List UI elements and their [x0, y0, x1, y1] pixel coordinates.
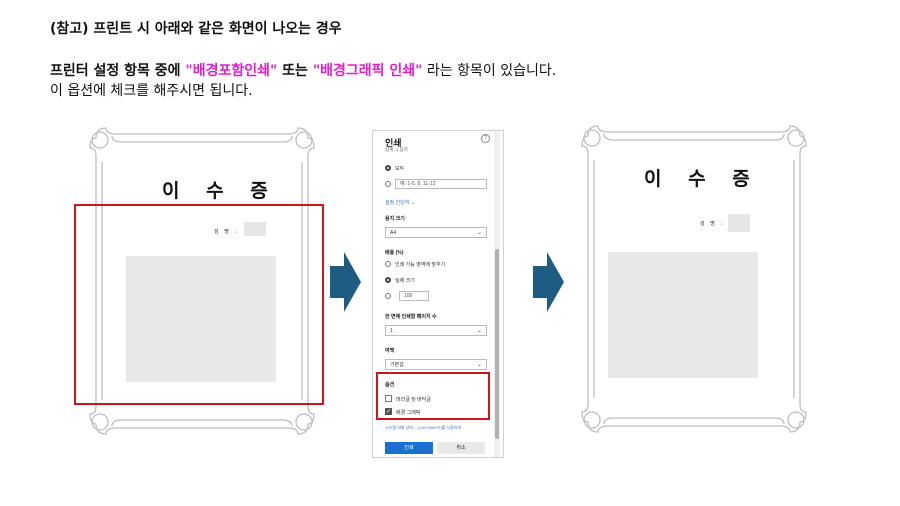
scale-label: 배율 (%) — [385, 250, 404, 256]
paper-size-select[interactable]: A4 ⌄ — [385, 227, 487, 238]
instruction-mid: 또는 — [277, 63, 313, 79]
certificate-title: 이 수 증 — [162, 180, 278, 202]
pages-custom-radio[interactable] — [385, 181, 391, 187]
actual-size-label: 실제 크기 — [395, 278, 415, 284]
actual-size-radio[interactable] — [385, 277, 391, 283]
paper-size-value: A4 — [390, 230, 397, 236]
instruction-prefix: 프린터 설정 항목 중에 — [50, 63, 186, 79]
pages-all-label: 모두 — [395, 166, 405, 172]
pages-all-radio[interactable] — [385, 165, 391, 171]
instruction-suffix: 라는 항목이 있습니다. — [422, 63, 557, 79]
arrow-right-icon — [533, 252, 564, 312]
certificate-after: 이 수 증 성 명 : — [578, 124, 810, 434]
print-button[interactable]: 인쇄 — [385, 442, 433, 454]
name-value-box — [728, 214, 750, 232]
option-background-graphics: "배경그래픽 인쇄" — [312, 63, 423, 79]
highlight-missing-background — [74, 204, 324, 405]
scale-input[interactable]: 100 — [399, 291, 429, 301]
paper-size-label: 용지 크기 — [385, 216, 405, 222]
chevron-down-icon: ⌄ — [476, 230, 482, 236]
help-icon[interactable]: ? — [481, 134, 490, 143]
margins-label: 여백 — [385, 348, 395, 354]
highlight-options-section — [376, 372, 490, 420]
simple-settings-link[interactable]: 설정 간단히 ⌄ — [385, 199, 415, 206]
scrollbar-thumb[interactable] — [495, 249, 499, 439]
pages-per-sheet-value: 1 — [390, 328, 393, 334]
fit-printable-radio[interactable] — [385, 261, 391, 267]
chevron-down-icon: ⌄ — [476, 328, 482, 334]
margins-value: 기본값 — [390, 362, 404, 368]
certificate-title: 이 수 증 — [644, 168, 760, 190]
chevron-down-icon: ⌄ — [476, 362, 482, 368]
pages-per-sheet-select[interactable]: 1 ⌄ — [385, 325, 487, 336]
arrow-right-icon — [330, 252, 361, 312]
margins-select[interactable]: 기본값 ⌄ — [385, 359, 487, 370]
cancel-button[interactable]: 취소 — [437, 442, 485, 454]
slide-heading: (참고) 프린트 시 아래와 같은 화면이 나오는 경우 — [50, 21, 342, 37]
instruction-line-1: 프린터 설정 항목 중에 "배경포함인쇄" 또는 "배경그래픽 인쇄" 라는 항… — [50, 60, 556, 80]
system-dialog-link[interactable]: 시스템 대화 상자... (Ctrl+Shift+P)를 사용하여 — [385, 425, 461, 431]
instruction-line-2: 이 옵션에 체크를 해주시면 됩니다. — [50, 83, 253, 99]
fit-printable-label: 인쇄 가능 영역에 맞추기 — [395, 262, 446, 268]
option-background-print: "배경포함인쇄" — [185, 63, 278, 79]
slide: (참고) 프린트 시 아래와 같은 화면이 나오는 경우 프린터 설정 항목 중… — [0, 0, 900, 506]
pages-range-input[interactable]: 예: 1-5, 8, 11-13 — [395, 179, 487, 189]
custom-scale-radio[interactable] — [385, 293, 391, 299]
sheet-count: 합계: 1 용지 — [385, 147, 408, 152]
pages-per-sheet-label: 한 면에 인쇄할 페이지 수 — [385, 314, 437, 320]
name-label: 성 명 : — [700, 221, 725, 227]
certificate-content-box — [608, 252, 758, 378]
